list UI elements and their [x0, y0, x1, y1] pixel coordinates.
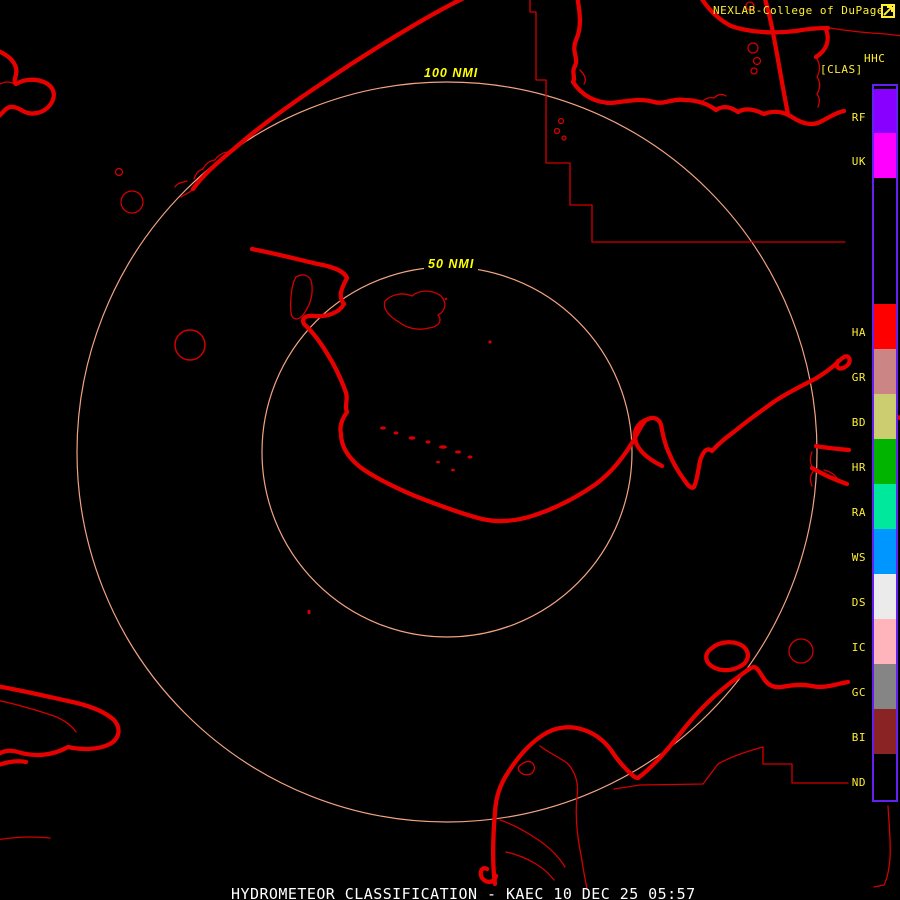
- site-title: NEXLAB-College of DuPage: [713, 4, 884, 17]
- legend-label-gr: GR: [851, 371, 866, 384]
- legend-label-ra: RA: [851, 506, 866, 519]
- island-specks: [307, 297, 492, 615]
- legend-label-ha: HA: [851, 326, 866, 339]
- legend-swatch-bd: [874, 394, 896, 439]
- product-code-label: HHC: [864, 52, 886, 65]
- legend-swatch-gr: [874, 349, 896, 394]
- legend-label-nd: ND: [851, 776, 866, 789]
- legend-swatch-uk: [874, 133, 896, 178]
- coastlines-thick: [0, 0, 900, 887]
- legend-label-ds: DS: [851, 596, 866, 609]
- radar-map-canvas: [0, 0, 900, 890]
- legend-label-rf: RF: [851, 111, 866, 124]
- legend-swatch-hr: [874, 439, 896, 484]
- legend-swatch-ws: [874, 529, 896, 574]
- legend-swatch-ds: [874, 574, 896, 619]
- ring-label-100nmi: 100 NMI: [420, 66, 483, 80]
- legend-label-hr: HR: [851, 461, 866, 474]
- legend-label-gc: GC: [851, 686, 866, 699]
- legend-swatch-rf: [874, 89, 896, 133]
- legend-swatch-ra: [874, 484, 896, 529]
- map-outlines-thin: [0, 0, 900, 890]
- radar-display: 100 NMI 50 NMI NEXLAB-College of DuPage …: [0, 0, 900, 900]
- range-ring-50nmi: [261, 266, 633, 638]
- legend-label-uk: UK: [851, 155, 866, 168]
- legend-swatch-gc: [874, 664, 896, 709]
- legend-label-ic: IC: [851, 641, 866, 654]
- statusbar-product-text: HYDROMETEOR CLASSIFICATION - KAEC 10 DEC…: [231, 885, 696, 900]
- ring-label-50nmi: 50 NMI: [424, 257, 479, 271]
- nexlab-logo-icon: [881, 4, 895, 18]
- product-tag-label: [CLAS]: [820, 63, 863, 76]
- legend-color-bar: [872, 84, 898, 802]
- legend-label-bd: BD: [851, 416, 866, 429]
- legend-swatch-ha: [874, 304, 896, 349]
- legend-label-ws: WS: [851, 551, 866, 564]
- legend-swatch-ic: [874, 619, 896, 664]
- legend-label-bi: BI: [851, 731, 866, 744]
- legend-swatch-bi: [874, 709, 896, 754]
- legend-swatch-nd: [874, 754, 896, 799]
